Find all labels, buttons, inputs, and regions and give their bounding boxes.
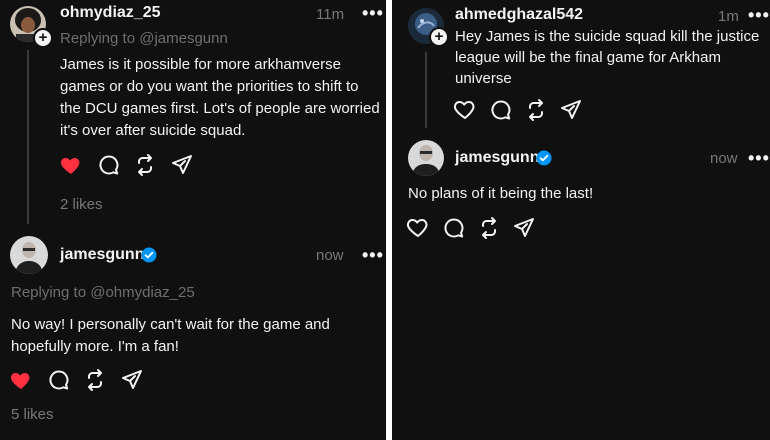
right-thread-panel: + ahmedghazal542 1m ••• Hey James is the… bbox=[392, 0, 770, 440]
more-icon[interactable]: ••• bbox=[748, 6, 770, 24]
post-text: James is it possible for more arkhamvers… bbox=[60, 56, 380, 139]
repost-icon[interactable] bbox=[133, 153, 157, 177]
follow-plus-icon[interactable]: + bbox=[429, 27, 449, 47]
thread-line bbox=[425, 52, 427, 128]
share-icon[interactable] bbox=[120, 368, 144, 392]
replying-to: Replying to @jamesgunn bbox=[60, 30, 228, 47]
follow-plus-icon[interactable]: + bbox=[33, 28, 53, 48]
replying-prefix: Replying to bbox=[60, 30, 136, 47]
repost-icon[interactable] bbox=[524, 98, 548, 122]
likes-count[interactable]: 2 likes bbox=[60, 196, 103, 213]
avatar-jamesgunn[interactable] bbox=[408, 140, 444, 176]
post-timestamp: 1m bbox=[718, 8, 739, 25]
more-icon[interactable]: ••• bbox=[362, 4, 384, 22]
post-text: Hey James is the suicide squad kill the … bbox=[455, 28, 760, 87]
heart-icon[interactable] bbox=[453, 98, 477, 122]
post-username[interactable]: jamesgunn bbox=[455, 149, 539, 167]
share-icon[interactable] bbox=[170, 153, 194, 177]
post-text: No plans of it being the last! bbox=[408, 185, 594, 202]
post-username[interactable]: ahmedghazal542 bbox=[455, 6, 583, 24]
more-icon[interactable]: ••• bbox=[748, 149, 770, 167]
comment-icon[interactable] bbox=[442, 216, 466, 240]
share-icon[interactable] bbox=[559, 98, 583, 122]
more-icon[interactable]: ••• bbox=[362, 246, 384, 264]
avatar-jamesgunn[interactable] bbox=[10, 236, 48, 274]
repost-icon[interactable] bbox=[83, 368, 107, 392]
post-timestamp: 11m bbox=[316, 6, 345, 23]
likes-count[interactable]: 5 likes bbox=[11, 406, 54, 423]
verified-badge-icon bbox=[141, 247, 157, 263]
post-timestamp: now bbox=[316, 247, 344, 264]
verified-badge-icon bbox=[536, 150, 552, 166]
comment-icon[interactable] bbox=[489, 98, 513, 122]
heart-icon[interactable] bbox=[59, 153, 83, 177]
comment-icon[interactable] bbox=[47, 368, 71, 392]
post-text: No way! I personally can't wait for the … bbox=[11, 316, 330, 355]
thread-line bbox=[27, 50, 29, 224]
replying-handle[interactable]: @ohmydiaz_25 bbox=[90, 284, 194, 301]
replying-to: Replying to @ohmydiaz_25 bbox=[11, 284, 195, 301]
replying-prefix: Replying to bbox=[11, 284, 87, 301]
share-icon[interactable] bbox=[512, 216, 536, 240]
post-username[interactable]: jamesgunn bbox=[60, 246, 144, 264]
replying-handle[interactable]: @jamesgunn bbox=[139, 30, 228, 47]
post-timestamp: now bbox=[710, 150, 738, 167]
heart-icon[interactable] bbox=[406, 216, 430, 240]
heart-icon[interactable] bbox=[9, 368, 33, 392]
repost-icon[interactable] bbox=[477, 216, 501, 240]
comment-icon[interactable] bbox=[97, 153, 121, 177]
post-username[interactable]: ohmydiaz_25 bbox=[60, 4, 160, 22]
left-thread-panel: + ohmydiaz_25 11m ••• Replying to @james… bbox=[0, 0, 386, 440]
